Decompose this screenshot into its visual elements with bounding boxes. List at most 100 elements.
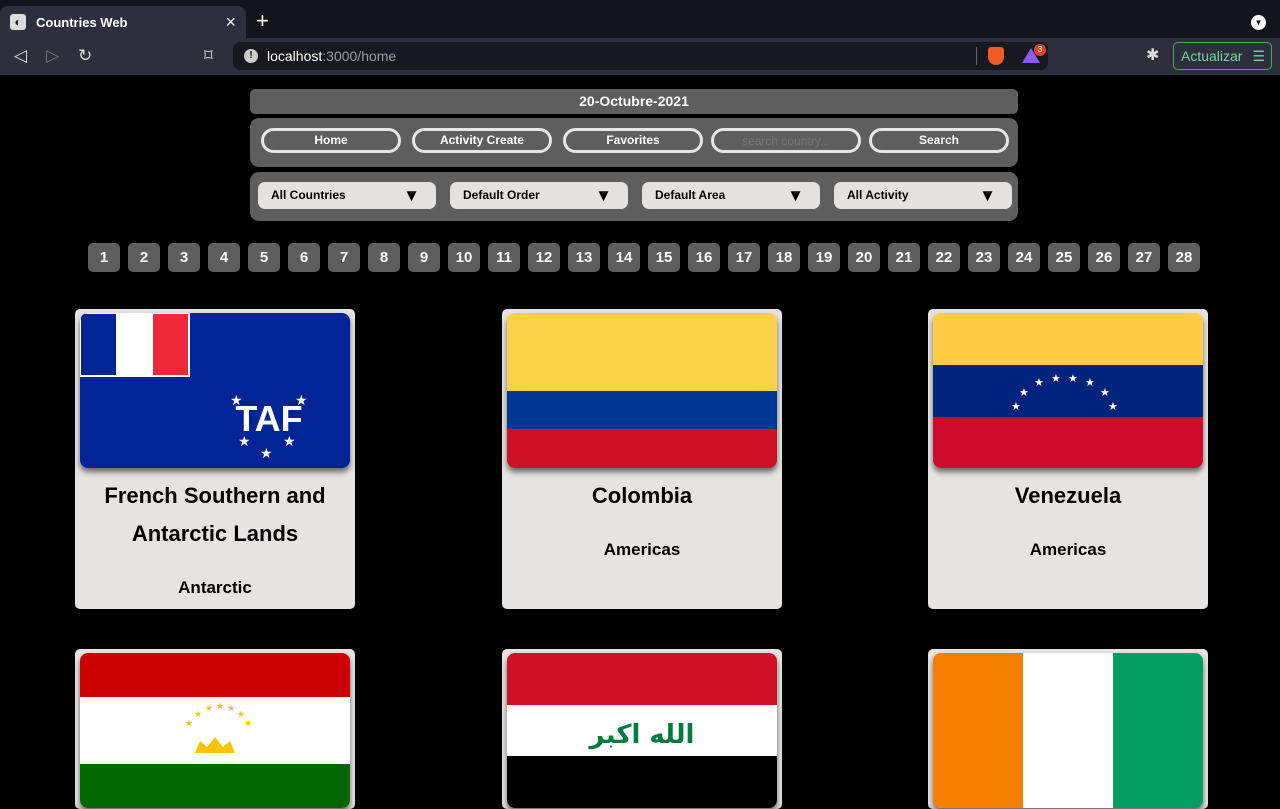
dropdown-arrow-icon: ▼ [979, 186, 996, 205]
svg-text:★: ★ [1019, 387, 1029, 399]
flag-image [933, 653, 1203, 808]
forward-icon[interactable]: ▷ [46, 46, 59, 66]
activity-create-button[interactable]: Activity Create [412, 128, 552, 153]
browser-tab-bar: ◐ Countries Web × + ▼ [0, 0, 1280, 38]
area-select[interactable]: Default Area ▼ [642, 182, 820, 209]
chevron-down-icon[interactable]: ▼ [1251, 15, 1266, 30]
globe-icon: ◐ [10, 14, 26, 30]
page-button[interactable]: 15 [648, 243, 680, 272]
browser-tab[interactable]: ◐ Countries Web × [0, 6, 246, 38]
menu-icon: ☰ [1252, 48, 1265, 64]
countries-filter-select[interactable]: All Countries ▼ [258, 182, 436, 209]
search-input[interactable] [711, 128, 861, 153]
country-card[interactable]: Colombia Americas [502, 309, 782, 609]
flag-image: الله اكبر [507, 653, 777, 808]
page-button[interactable]: 17 [728, 243, 760, 272]
home-button[interactable]: Home [261, 128, 401, 153]
pagination: 1 2 3 4 5 6 7 8 9 10 11 12 13 14 15 16 1… [88, 243, 1200, 272]
page-button[interactable]: 11 [488, 243, 520, 272]
rewards-badge: 3 [1034, 44, 1046, 56]
page-button[interactable]: 8 [368, 243, 400, 272]
page-button[interactable]: 21 [888, 243, 920, 272]
country-card[interactable]: TAF ★ ★ ★ ★ ★ French Southern and Antarct… [75, 309, 355, 609]
svg-text:★: ★ [260, 445, 273, 461]
update-button[interactable]: Actualizar ☰ [1173, 42, 1272, 70]
svg-text:★: ★ [238, 433, 251, 449]
page-button[interactable]: 9 [408, 243, 440, 272]
page-button[interactable]: 28 [1168, 243, 1200, 272]
page-button[interactable]: 4 [208, 243, 240, 272]
info-icon[interactable]: ! [244, 49, 258, 63]
browser-toolbar: ◁ ▷ ↻ ⌑ ! localhost:3000/home 3 ✱ Actual… [0, 38, 1280, 75]
svg-text:★: ★ [194, 709, 202, 719]
page-button[interactable]: 10 [448, 243, 480, 272]
page-button[interactable]: 18 [768, 243, 800, 272]
svg-text:★: ★ [244, 718, 252, 728]
address-bar[interactable]: ! localhost:3000/home 3 [233, 42, 1048, 70]
dropdown-arrow-icon: ▼ [595, 186, 612, 205]
country-region: Americas [603, 540, 681, 559]
flag-image [507, 313, 777, 468]
country-region: Americas [1029, 540, 1107, 559]
page-button[interactable]: 13 [568, 243, 600, 272]
page-button[interactable]: 16 [688, 243, 720, 272]
favorites-button[interactable]: Favorites [563, 128, 703, 153]
page-button[interactable]: 23 [968, 243, 1000, 272]
order-value: Default Order [463, 188, 540, 202]
flag-image: TAF ★ ★ ★ ★ ★ [80, 313, 350, 468]
date-bar: 20-Octubre-2021 [250, 89, 1018, 114]
page-button[interactable]: 25 [1048, 243, 1080, 272]
page-button[interactable]: 2 [128, 243, 160, 272]
dropdown-arrow-icon: ▼ [403, 186, 420, 205]
search-button[interactable]: Search [869, 128, 1009, 153]
page-button[interactable]: 24 [1008, 243, 1040, 272]
brave-shield-icon[interactable] [988, 47, 1004, 65]
country-region: Antarctic [178, 578, 252, 597]
country-card[interactable]: ★ ★ ★ ★ ★ ★ ★ ★ Venezuela Americas [928, 309, 1208, 609]
activity-filter-select[interactable]: All Activity ▼ [834, 182, 1012, 209]
svg-text:★: ★ [1100, 387, 1110, 399]
svg-text:★: ★ [230, 392, 243, 408]
page-button[interactable]: 26 [1088, 243, 1120, 272]
update-label: Actualizar [1181, 48, 1243, 64]
countries-filter-value: All Countries [271, 188, 346, 202]
new-tab-icon[interactable]: + [256, 10, 269, 32]
page-button[interactable]: 27 [1128, 243, 1160, 272]
filter-panel: All Countries ▼ Default Order ▼ Default … [250, 172, 1018, 221]
page-button[interactable]: 19 [808, 243, 840, 272]
activity-filter-value: All Activity [847, 188, 909, 202]
url-text[interactable]: localhost:3000/home [267, 48, 396, 64]
svg-text:★: ★ [1034, 377, 1044, 389]
page-button[interactable]: 20 [848, 243, 880, 272]
close-icon[interactable]: × [225, 13, 236, 31]
extensions-icon[interactable]: ✱ [1146, 47, 1159, 65]
page-button[interactable]: 6 [288, 243, 320, 272]
flag-image: ★ ★ ★ ★ ★ ★ ★ ★ [933, 313, 1203, 468]
area-value: Default Area [655, 188, 726, 202]
address-divider [976, 47, 977, 65]
country-name: Colombia [591, 483, 693, 508]
svg-text:★: ★ [1068, 373, 1078, 385]
country-card[interactable]: ★ ★ ★ ★ ★ ★ ★ [75, 649, 355, 809]
country-card[interactable] [928, 649, 1208, 809]
svg-text:★: ★ [216, 701, 224, 711]
reload-icon[interactable]: ↻ [78, 46, 92, 66]
svg-text:★: ★ [205, 703, 213, 713]
tab-title: Countries Web [36, 14, 128, 30]
page-button[interactable]: 1 [88, 243, 120, 272]
back-icon[interactable]: ◁ [14, 46, 27, 66]
bookmark-icon[interactable]: ⌑ [204, 46, 213, 66]
flag-inscription: الله اكبر [588, 720, 695, 750]
country-card[interactable]: الله اكبر [502, 649, 782, 809]
order-select[interactable]: Default Order ▼ [450, 182, 628, 209]
page-button[interactable]: 7 [328, 243, 360, 272]
svg-text:★: ★ [1051, 373, 1061, 385]
page-button[interactable]: 5 [248, 243, 280, 272]
svg-text:★: ★ [1085, 377, 1095, 389]
page-button[interactable]: 14 [608, 243, 640, 272]
page-button[interactable]: 22 [928, 243, 960, 272]
country-name: Venezuela [1014, 483, 1122, 508]
svg-text:★: ★ [295, 392, 308, 408]
page-button[interactable]: 3 [168, 243, 200, 272]
page-button[interactable]: 12 [528, 243, 560, 272]
